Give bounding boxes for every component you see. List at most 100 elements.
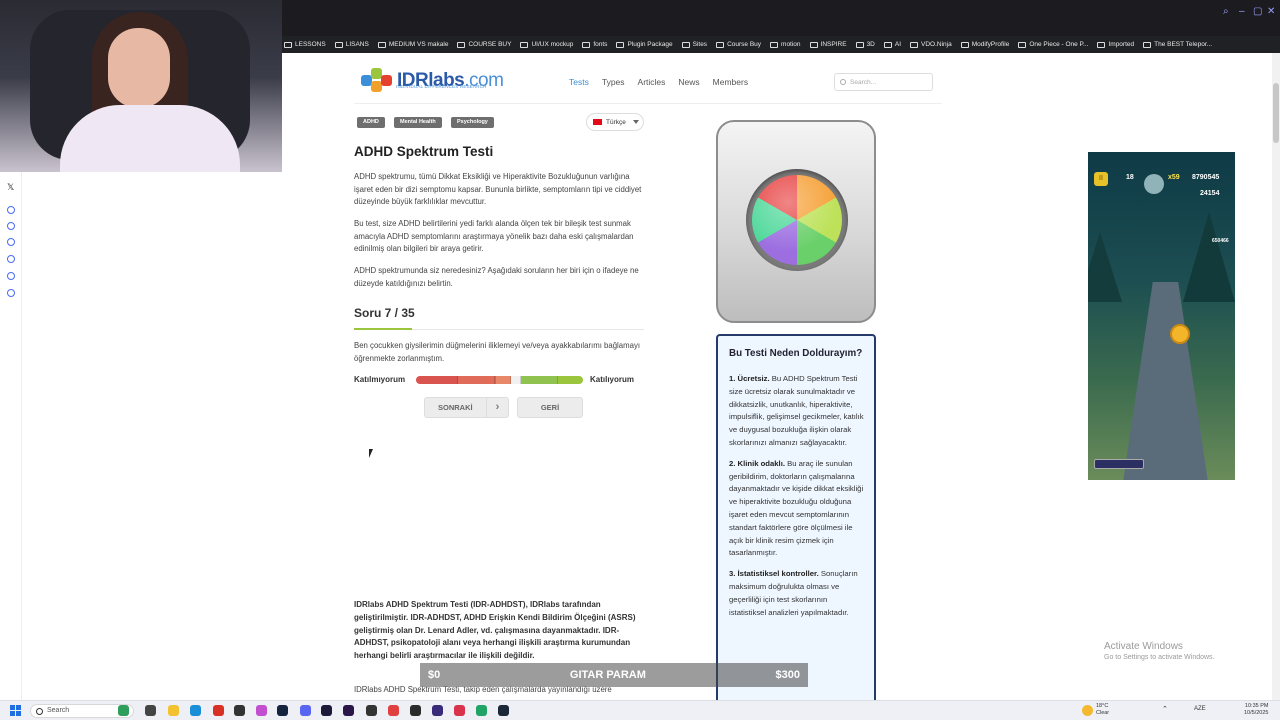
logo-mark-icon — [361, 68, 393, 94]
question-text: Ben çocukken giysilerimin düğmelerini il… — [354, 341, 641, 363]
discord-icon[interactable] — [300, 705, 311, 716]
bookmark-item[interactable]: Plugin Package — [616, 41, 673, 48]
scale-option-2[interactable] — [457, 376, 495, 384]
app-icon[interactable] — [213, 705, 224, 716]
bookmark-item[interactable]: motion — [770, 41, 801, 48]
bookmark-item[interactable]: INSPIRE — [809, 41, 847, 48]
language-indicator[interactable]: AZE — [1194, 706, 1206, 713]
goal-start: $0 — [428, 669, 441, 681]
x-icon[interactable]: 𝕏 — [7, 182, 14, 193]
game-coins: 24154 — [1200, 190, 1220, 197]
agreement-scale[interactable] — [416, 376, 583, 384]
nav-news[interactable]: News — [678, 77, 699, 87]
language-select[interactable]: Türkçe — [586, 113, 644, 131]
bookmark-item[interactable]: One Piece - One P... — [1018, 41, 1088, 48]
scale-option-7[interactable] — [558, 376, 583, 384]
site-logo[interactable]: IDRlabs.com INDIVIDUAL DIFFERENCES RESEA… — [361, 68, 504, 94]
bookmark-item[interactable]: LISANS — [334, 41, 369, 48]
sidebar-icon[interactable] — [7, 238, 15, 246]
scale-option-1[interactable] — [416, 376, 458, 384]
app-icon[interactable] — [388, 705, 399, 716]
folder-icon[interactable] — [168, 705, 179, 716]
sidebar-icon[interactable] — [7, 255, 15, 263]
photoshop-icon[interactable] — [277, 705, 288, 716]
after-effects-icon[interactable] — [321, 705, 332, 716]
bookmark-item[interactable]: COURSE BUY — [457, 41, 511, 48]
sidebar-icon[interactable] — [7, 289, 15, 297]
edge-icon[interactable] — [190, 705, 201, 716]
header-divider — [354, 103, 942, 104]
folder-icon — [334, 41, 343, 48]
scale-option-4[interactable] — [495, 376, 512, 384]
game-overlay: II 18 x59 8790545 24154 650466 — [1088, 152, 1235, 480]
weather-icon[interactable] — [1082, 705, 1093, 716]
brand-tagline: INDIVIDUAL DIFFERENCES RESEARCH — [396, 84, 487, 89]
windows-taskbar: Search 18°C Clear ⌃ AZE 10:35 PM 10/5/2025 — [0, 700, 1280, 720]
premiere-icon[interactable] — [343, 705, 354, 716]
bookmark-item[interactable]: MEDIUM VS makale — [377, 41, 448, 48]
app-icon[interactable] — [118, 705, 129, 716]
close-icon[interactable]: ✕ — [1267, 6, 1275, 17]
folder-icon — [770, 41, 779, 48]
main-nav: Tests Types Articles News Members — [569, 77, 748, 87]
scale-option-6[interactable] — [521, 376, 559, 384]
bookmark-item[interactable]: The BEST Telepor... — [1143, 41, 1212, 48]
weather-info[interactable]: 18°C Clear — [1096, 703, 1109, 717]
app-icon[interactable] — [454, 705, 465, 716]
tag-mental-health[interactable]: Mental Health — [394, 117, 442, 128]
turkey-flag-icon — [593, 119, 602, 125]
bookmark-item[interactable]: 3D — [855, 41, 875, 48]
chrome-icon[interactable] — [234, 705, 245, 716]
app-icon[interactable] — [145, 705, 156, 716]
scale-option-selected[interactable] — [511, 376, 522, 384]
app-icon[interactable] — [476, 705, 487, 716]
bookmark-item[interactable]: Sites — [681, 41, 707, 48]
tag-adhd[interactable]: ADHD — [357, 117, 385, 128]
next-button[interactable]: SONRAKİ › — [424, 397, 509, 418]
search-icon[interactable]: ⌕ — [1223, 6, 1229, 17]
obs-icon[interactable] — [366, 705, 377, 716]
powerup-bar — [1094, 459, 1144, 469]
folder-icon — [377, 41, 386, 48]
activate-windows-watermark: Activate Windows Go to Settings to activ… — [1104, 641, 1215, 661]
goal-target: $300 — [775, 669, 800, 681]
sidebar-icon[interactable] — [7, 222, 15, 230]
steam-icon[interactable] — [498, 705, 509, 716]
progress-bar — [354, 328, 644, 330]
maximize-icon[interactable]: ▢ — [1253, 6, 1262, 17]
minimize-icon[interactable]: – — [1239, 6, 1245, 17]
sidebar-icon[interactable] — [7, 272, 15, 280]
bookmark-item[interactable]: LESSONS — [284, 41, 326, 48]
scrollbar[interactable] — [1272, 53, 1280, 700]
bookmark-item[interactable]: Course Buy — [716, 41, 761, 48]
bookmark-item[interactable]: ModifyProfile — [960, 41, 1009, 48]
app-icon[interactable] — [410, 705, 421, 716]
nav-articles[interactable]: Articles — [638, 77, 666, 87]
intro-paragraph: ADHD spektrumunda siz neredesiniz? Aşağı… — [354, 266, 639, 288]
clock[interactable]: 10:35 PM 10/5/2025 — [1244, 703, 1268, 717]
search-placeholder: Search... — [850, 78, 877, 86]
next-button-label: SONRAKİ — [438, 403, 473, 412]
bookmark-item[interactable]: AI — [883, 41, 901, 48]
tag-psychology[interactable]: Psychology — [451, 117, 494, 128]
page-title: ADHD Spektrum Testi — [354, 144, 494, 159]
back-button[interactable]: GERİ — [517, 397, 583, 418]
donation-goal-fill — [420, 663, 716, 687]
nav-members[interactable]: Members — [713, 77, 748, 87]
app-icon[interactable] — [432, 705, 443, 716]
tray-chevron-up-icon[interactable]: ⌃ — [1162, 706, 1168, 713]
bookmark-item[interactable]: Imported — [1097, 41, 1134, 48]
pause-icon: II — [1094, 172, 1108, 186]
search-input[interactable]: Search... — [834, 73, 933, 91]
sidebar-icon[interactable] — [7, 206, 15, 214]
nav-types[interactable]: Types — [602, 77, 625, 87]
mouse-cursor-icon — [369, 449, 373, 458]
app-icon[interactable] — [256, 705, 267, 716]
bookmark-item[interactable]: VDO.Ninja — [910, 41, 952, 48]
bookmark-item[interactable]: UI/UX mockup — [520, 41, 573, 48]
folder-icon — [809, 41, 818, 48]
test-credits-paragraph: IDRlabs ADHD Spektrum Testi (IDR-ADHDST)… — [354, 600, 636, 661]
windows-start-icon[interactable] — [10, 705, 21, 716]
bookmark-item[interactable]: fonts — [582, 41, 607, 48]
nav-tests[interactable]: Tests — [569, 77, 589, 87]
